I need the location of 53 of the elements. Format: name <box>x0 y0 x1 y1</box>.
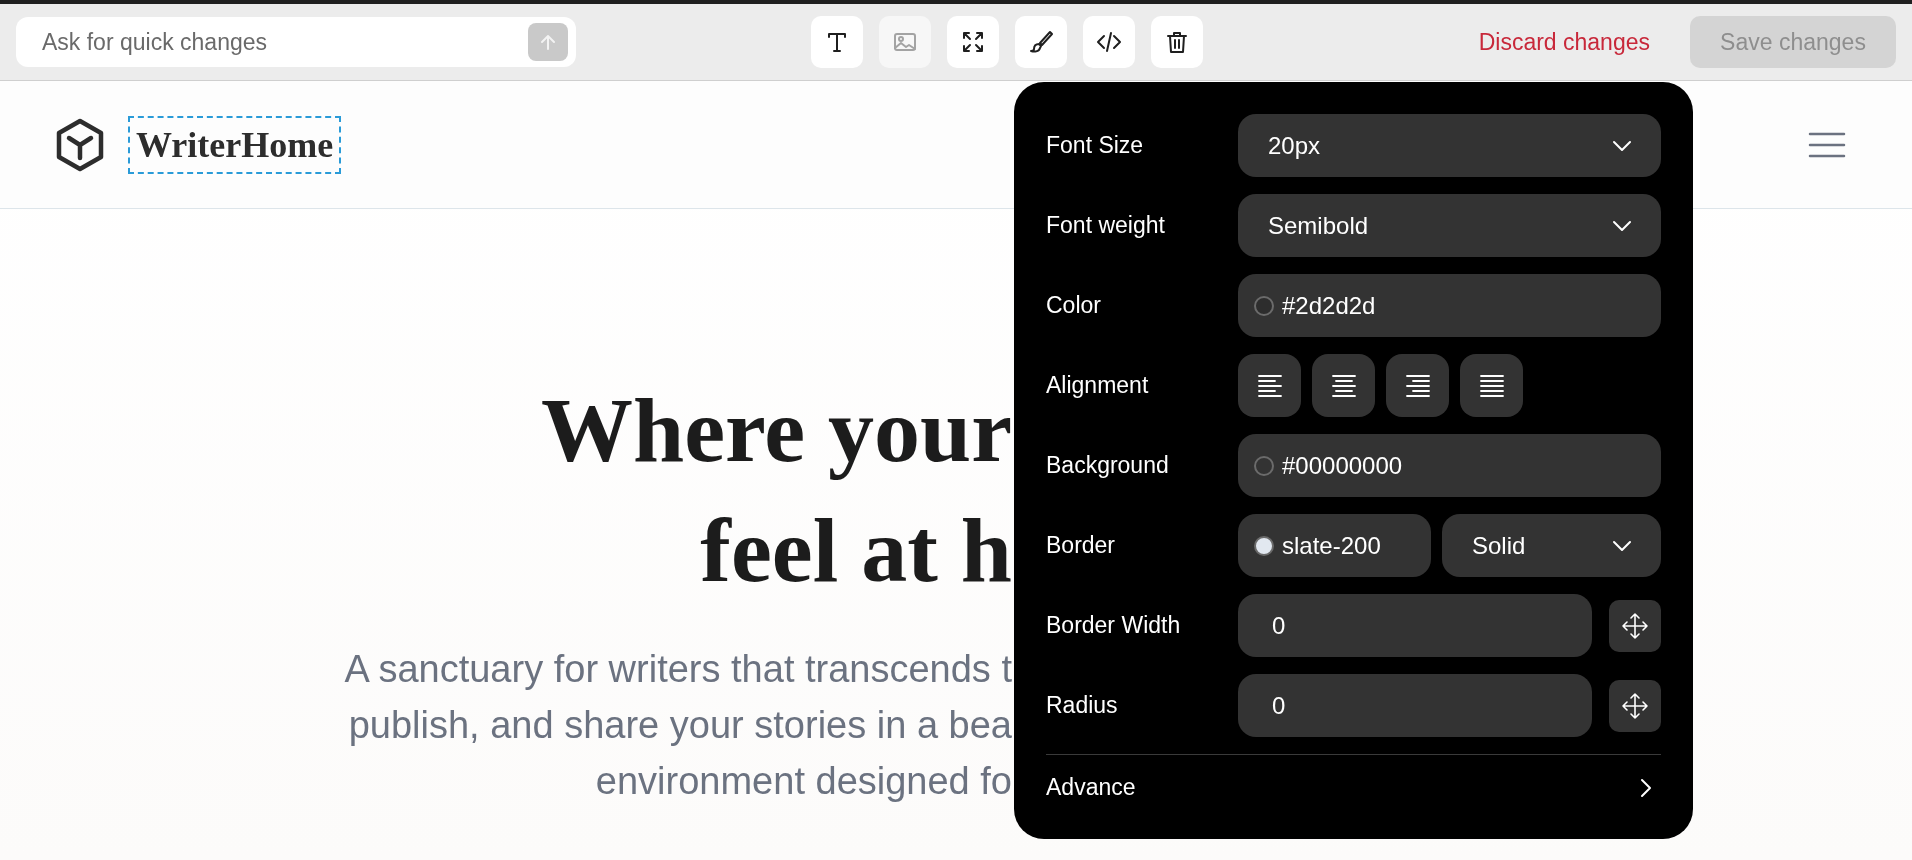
field-label: Font weight <box>1046 212 1166 239</box>
site-logo[interactable]: WriterHome <box>128 115 342 174</box>
expand-tool-button[interactable] <box>947 16 999 68</box>
text-tool-button[interactable] <box>811 16 863 68</box>
align-center-button[interactable] <box>1312 354 1375 417</box>
hero-subtitle: environment designed fo <box>595 759 1012 804</box>
move-arrows-icon <box>1621 691 1649 720</box>
color-field[interactable]: #00000000 <box>1238 434 1661 497</box>
align-right-icon <box>1405 373 1430 398</box>
color-value: #2d2d2d <box>1282 291 1376 320</box>
trash-tool-button[interactable] <box>1151 16 1203 68</box>
field-label: Radius <box>1046 692 1119 719</box>
sides-button[interactable] <box>1609 679 1661 732</box>
field-label: Border <box>1046 532 1117 559</box>
hero-headline: Where your <box>541 378 1012 483</box>
color-field[interactable]: slate-200 <box>1238 514 1431 577</box>
sides-button[interactable] <box>1609 599 1661 652</box>
number-field[interactable]: 0 <box>1238 674 1592 737</box>
field-label: Border Width <box>1046 612 1182 639</box>
field-label: Color <box>1046 292 1102 319</box>
align-justify-icon <box>1479 373 1504 398</box>
prompt-field[interactable]: Ask for quick changes <box>16 17 576 67</box>
align-justify-button[interactable] <box>1460 354 1523 417</box>
color-value: slate-200 <box>1282 531 1381 560</box>
field-label: Background <box>1046 452 1170 479</box>
brush-icon <box>1028 29 1054 55</box>
color-value: #00000000 <box>1282 451 1403 480</box>
dropdown[interactable]: Semibold <box>1238 194 1661 257</box>
hero-headline: feel at h <box>700 498 1012 603</box>
dropdown[interactable]: 20px <box>1238 114 1661 177</box>
align-left-icon <box>1257 373 1282 398</box>
color-field[interactable]: #2d2d2d <box>1238 274 1661 337</box>
trash-icon <box>1164 29 1190 55</box>
align-left-button[interactable] <box>1238 354 1301 417</box>
hero-subtitle: publish, and share your stories in a bea <box>348 703 1012 748</box>
number-field[interactable]: 0 <box>1238 594 1592 657</box>
field-label: Alignment <box>1046 372 1150 399</box>
expand-icon <box>960 29 986 55</box>
hero-subtitle: A sanctuary for writers that transcends t <box>344 647 1012 692</box>
align-right-button[interactable] <box>1386 354 1449 417</box>
chevron-right-icon <box>1639 776 1653 799</box>
move-arrows-icon <box>1621 611 1649 640</box>
advanced-toggle[interactable]: Advance <box>1046 774 1661 801</box>
brush-tool-button[interactable] <box>1015 16 1067 68</box>
align-center-icon <box>1331 373 1356 398</box>
code-tool-button[interactable] <box>1083 16 1135 68</box>
menu-icon <box>1808 130 1846 159</box>
code-icon <box>1096 29 1122 55</box>
arrow-up-icon <box>539 33 557 51</box>
dropdown[interactable]: Solid <box>1442 514 1661 577</box>
field-label: Font Size <box>1046 132 1145 159</box>
discard-button[interactable]: Discard changes <box>1478 28 1650 56</box>
color-swatch <box>1254 455 1274 476</box>
